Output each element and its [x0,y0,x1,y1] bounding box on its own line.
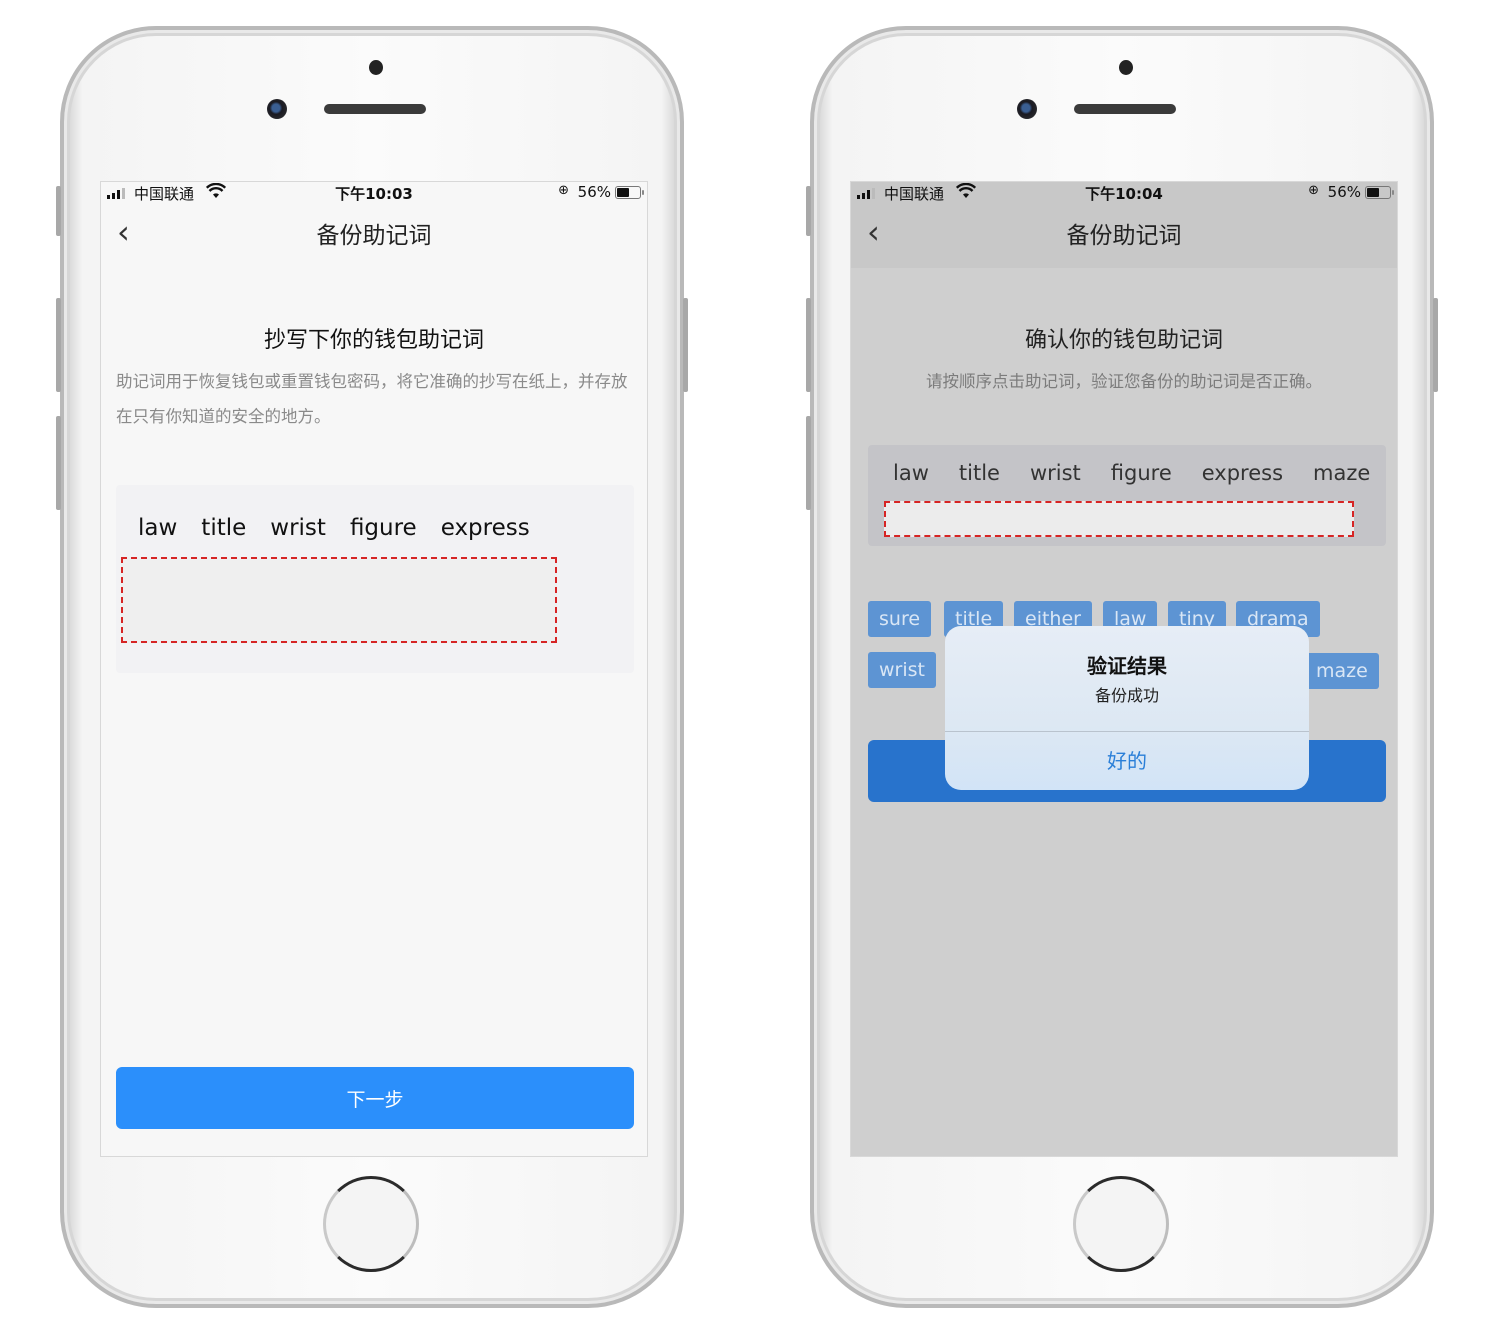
selected-word[interactable]: maze [1313,461,1370,485]
mnemonic-panel: law title wrist figure express [116,485,634,673]
earpiece-speaker [324,104,426,114]
word-chip[interactable]: maze [1305,653,1379,689]
selected-word[interactable]: figure [1111,461,1172,485]
phone-right: 中国联通 下午10:04 ⊕ 56% ‹ 备份助记词 确认你的钱包助记词 请按顺… [806,26,1438,1308]
power-button [1433,298,1438,392]
status-bar: 中国联通 下午10:04 ⊕ 56% [851,182,1397,204]
nav-bar: ‹ 备份助记词 [851,204,1397,268]
alert-ok-button[interactable]: 好的 [945,732,1309,790]
instruction-text: 助记词用于恢复钱包或重置钱包密码，将它准确的抄写在纸上，并存放在只有你知道的安全… [116,372,628,426]
highlight-box [121,557,557,643]
mute-switch [806,186,811,236]
rotation-lock-icon: ⊕ [558,183,569,198]
volume-down-button [56,416,61,510]
mnemonic-word: express [440,515,530,541]
battery-icon [1365,186,1394,199]
section-heading: 抄写下你的钱包助记词 [263,328,484,353]
mnemonic-word: title [201,515,247,541]
next-button[interactable]: 下一步 [116,1067,634,1129]
screen: 中国联通 下午10:03 ⊕ 56% ‹ 备份助记词 抄写下你的钱包助记词 助记… [100,181,648,1157]
front-camera-icon [267,99,287,119]
selected-word[interactable]: wrist [1030,461,1081,485]
alert-message: 备份成功 [1094,686,1159,705]
selected-word[interactable]: express [1202,461,1283,485]
battery-icon [615,186,644,199]
selected-words-panel: law title wrist figure express maze [868,445,1386,546]
home-button[interactable] [1073,1176,1169,1272]
mute-switch [56,186,61,236]
highlight-box [884,501,1354,537]
selected-word[interactable]: title [959,461,1000,485]
screen: 中国联通 下午10:04 ⊕ 56% ‹ 备份助记词 确认你的钱包助记词 请按顺… [850,181,1398,1157]
page-title: 备份助记词 [316,223,432,249]
proximity-sensor [1119,60,1133,75]
volume-up-button [806,298,811,392]
power-button [683,298,688,392]
earpiece-speaker [1074,104,1176,114]
mnemonic-word: figure [349,515,417,541]
word-chip[interactable]: wrist [868,652,936,688]
selected-word-list: law title wrist figure express maze [893,461,1370,485]
battery-percent: 56% [577,183,611,201]
status-bar: 中国联通 下午10:03 ⊕ 56% [101,182,647,204]
selected-word[interactable]: law [893,461,929,485]
alert-title: 验证结果 [1087,654,1167,678]
mnemonic-word-list: law title wrist figure express [138,515,530,541]
phone-left: 中国联通 下午10:03 ⊕ 56% ‹ 备份助记词 抄写下你的钱包助记词 助记… [56,26,688,1308]
mnemonic-word: law [138,515,178,541]
section-heading: 确认你的钱包助记词 [1024,328,1223,353]
front-camera-icon [1017,99,1037,119]
volume-up-button [56,298,61,392]
nav-bar: ‹ 备份助记词 [101,204,647,268]
instruction-text: 请按顺序点击助记词，验证您备份的助记词是否正确。 [926,372,1322,391]
home-button[interactable] [323,1176,419,1272]
page-title: 备份助记词 [1066,223,1182,249]
rotation-lock-icon: ⊕ [1308,183,1319,198]
mnemonic-word: wrist [270,515,326,541]
proximity-sensor [369,60,383,75]
battery-percent: 56% [1327,183,1361,201]
volume-down-button [806,416,811,510]
verification-alert: 验证结果 备份成功 好的 [945,626,1309,790]
word-chip[interactable]: sure [868,601,932,637]
